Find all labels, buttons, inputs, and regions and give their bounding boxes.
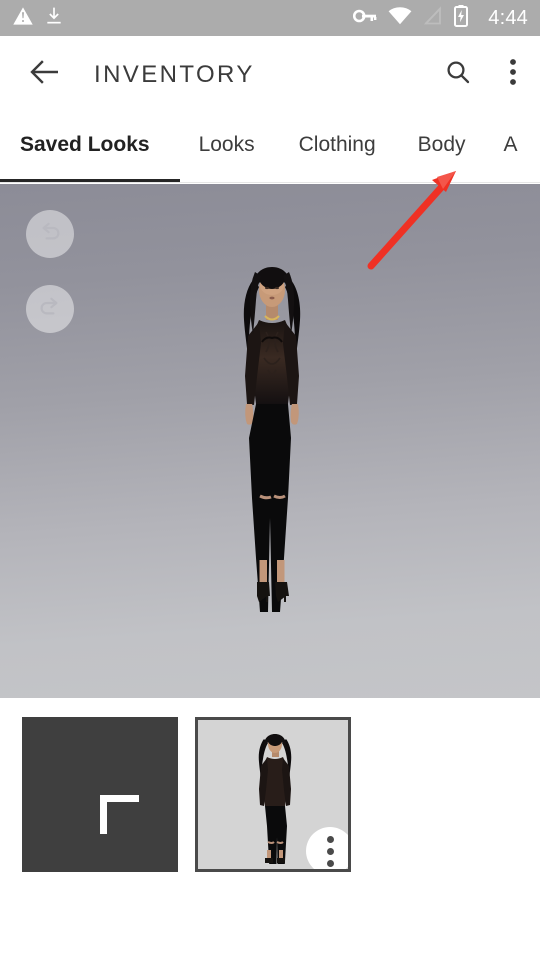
- tab-saved-looks[interactable]: Saved Looks: [20, 113, 150, 183]
- redo-button[interactable]: [26, 285, 74, 333]
- undo-icon: [37, 219, 63, 250]
- back-arrow-icon: [30, 59, 60, 90]
- tab-label: Body: [417, 133, 466, 156]
- tab-label: Looks: [198, 133, 255, 156]
- avatar-figure[interactable]: [222, 258, 322, 698]
- status-bar-left-icons: [12, 5, 64, 32]
- inventory-screen: 4:44 INVENTORY Saved Looks Looks Clothin…: [0, 0, 540, 960]
- app-bar-actions: [430, 47, 540, 103]
- tab-label: Saved Looks: [20, 133, 150, 156]
- search-button[interactable]: [430, 47, 486, 103]
- status-bar-clock: 4:44: [488, 6, 528, 29]
- app-bar: INVENTORY: [0, 36, 540, 113]
- back-button[interactable]: [16, 59, 74, 90]
- signal-off-icon: [423, 5, 443, 31]
- status-bar: 4:44: [0, 0, 540, 36]
- download-icon: [44, 5, 64, 32]
- tab-body[interactable]: Body: [418, 113, 466, 183]
- vpn-key-icon: [353, 7, 377, 30]
- tab-looks[interactable]: Looks: [199, 113, 255, 183]
- more-vertical-icon: [326, 835, 334, 867]
- tab-accessories[interactable]: A: [504, 113, 518, 183]
- saved-looks-tray: [0, 698, 540, 960]
- look-options-button[interactable]: [306, 827, 348, 869]
- tab-label: A: [503, 133, 518, 156]
- battery-charging-icon: [454, 4, 469, 32]
- tab-clothing[interactable]: Clothing: [299, 113, 376, 183]
- status-bar-right-icons: 4:44: [353, 4, 528, 32]
- wifi-icon: [388, 6, 412, 30]
- saved-look-thumbnail: [258, 734, 292, 864]
- overflow-menu-button[interactable]: [486, 47, 540, 103]
- tab-label: Clothing: [298, 133, 376, 156]
- add-new-look-tile[interactable]: [22, 717, 178, 872]
- page-title: INVENTORY: [94, 60, 255, 88]
- saved-look-tile[interactable]: [195, 717, 351, 872]
- more-vertical-icon: [509, 58, 517, 91]
- avatar-preview-stage[interactable]: [0, 184, 540, 698]
- tab-bar: Saved Looks Looks Clothing Body A: [0, 113, 540, 183]
- search-icon: [445, 59, 471, 90]
- tab-bar-divider: [0, 182, 540, 183]
- warning-triangle-icon: [12, 5, 34, 32]
- undo-button[interactable]: [26, 210, 74, 258]
- redo-icon: [37, 294, 63, 325]
